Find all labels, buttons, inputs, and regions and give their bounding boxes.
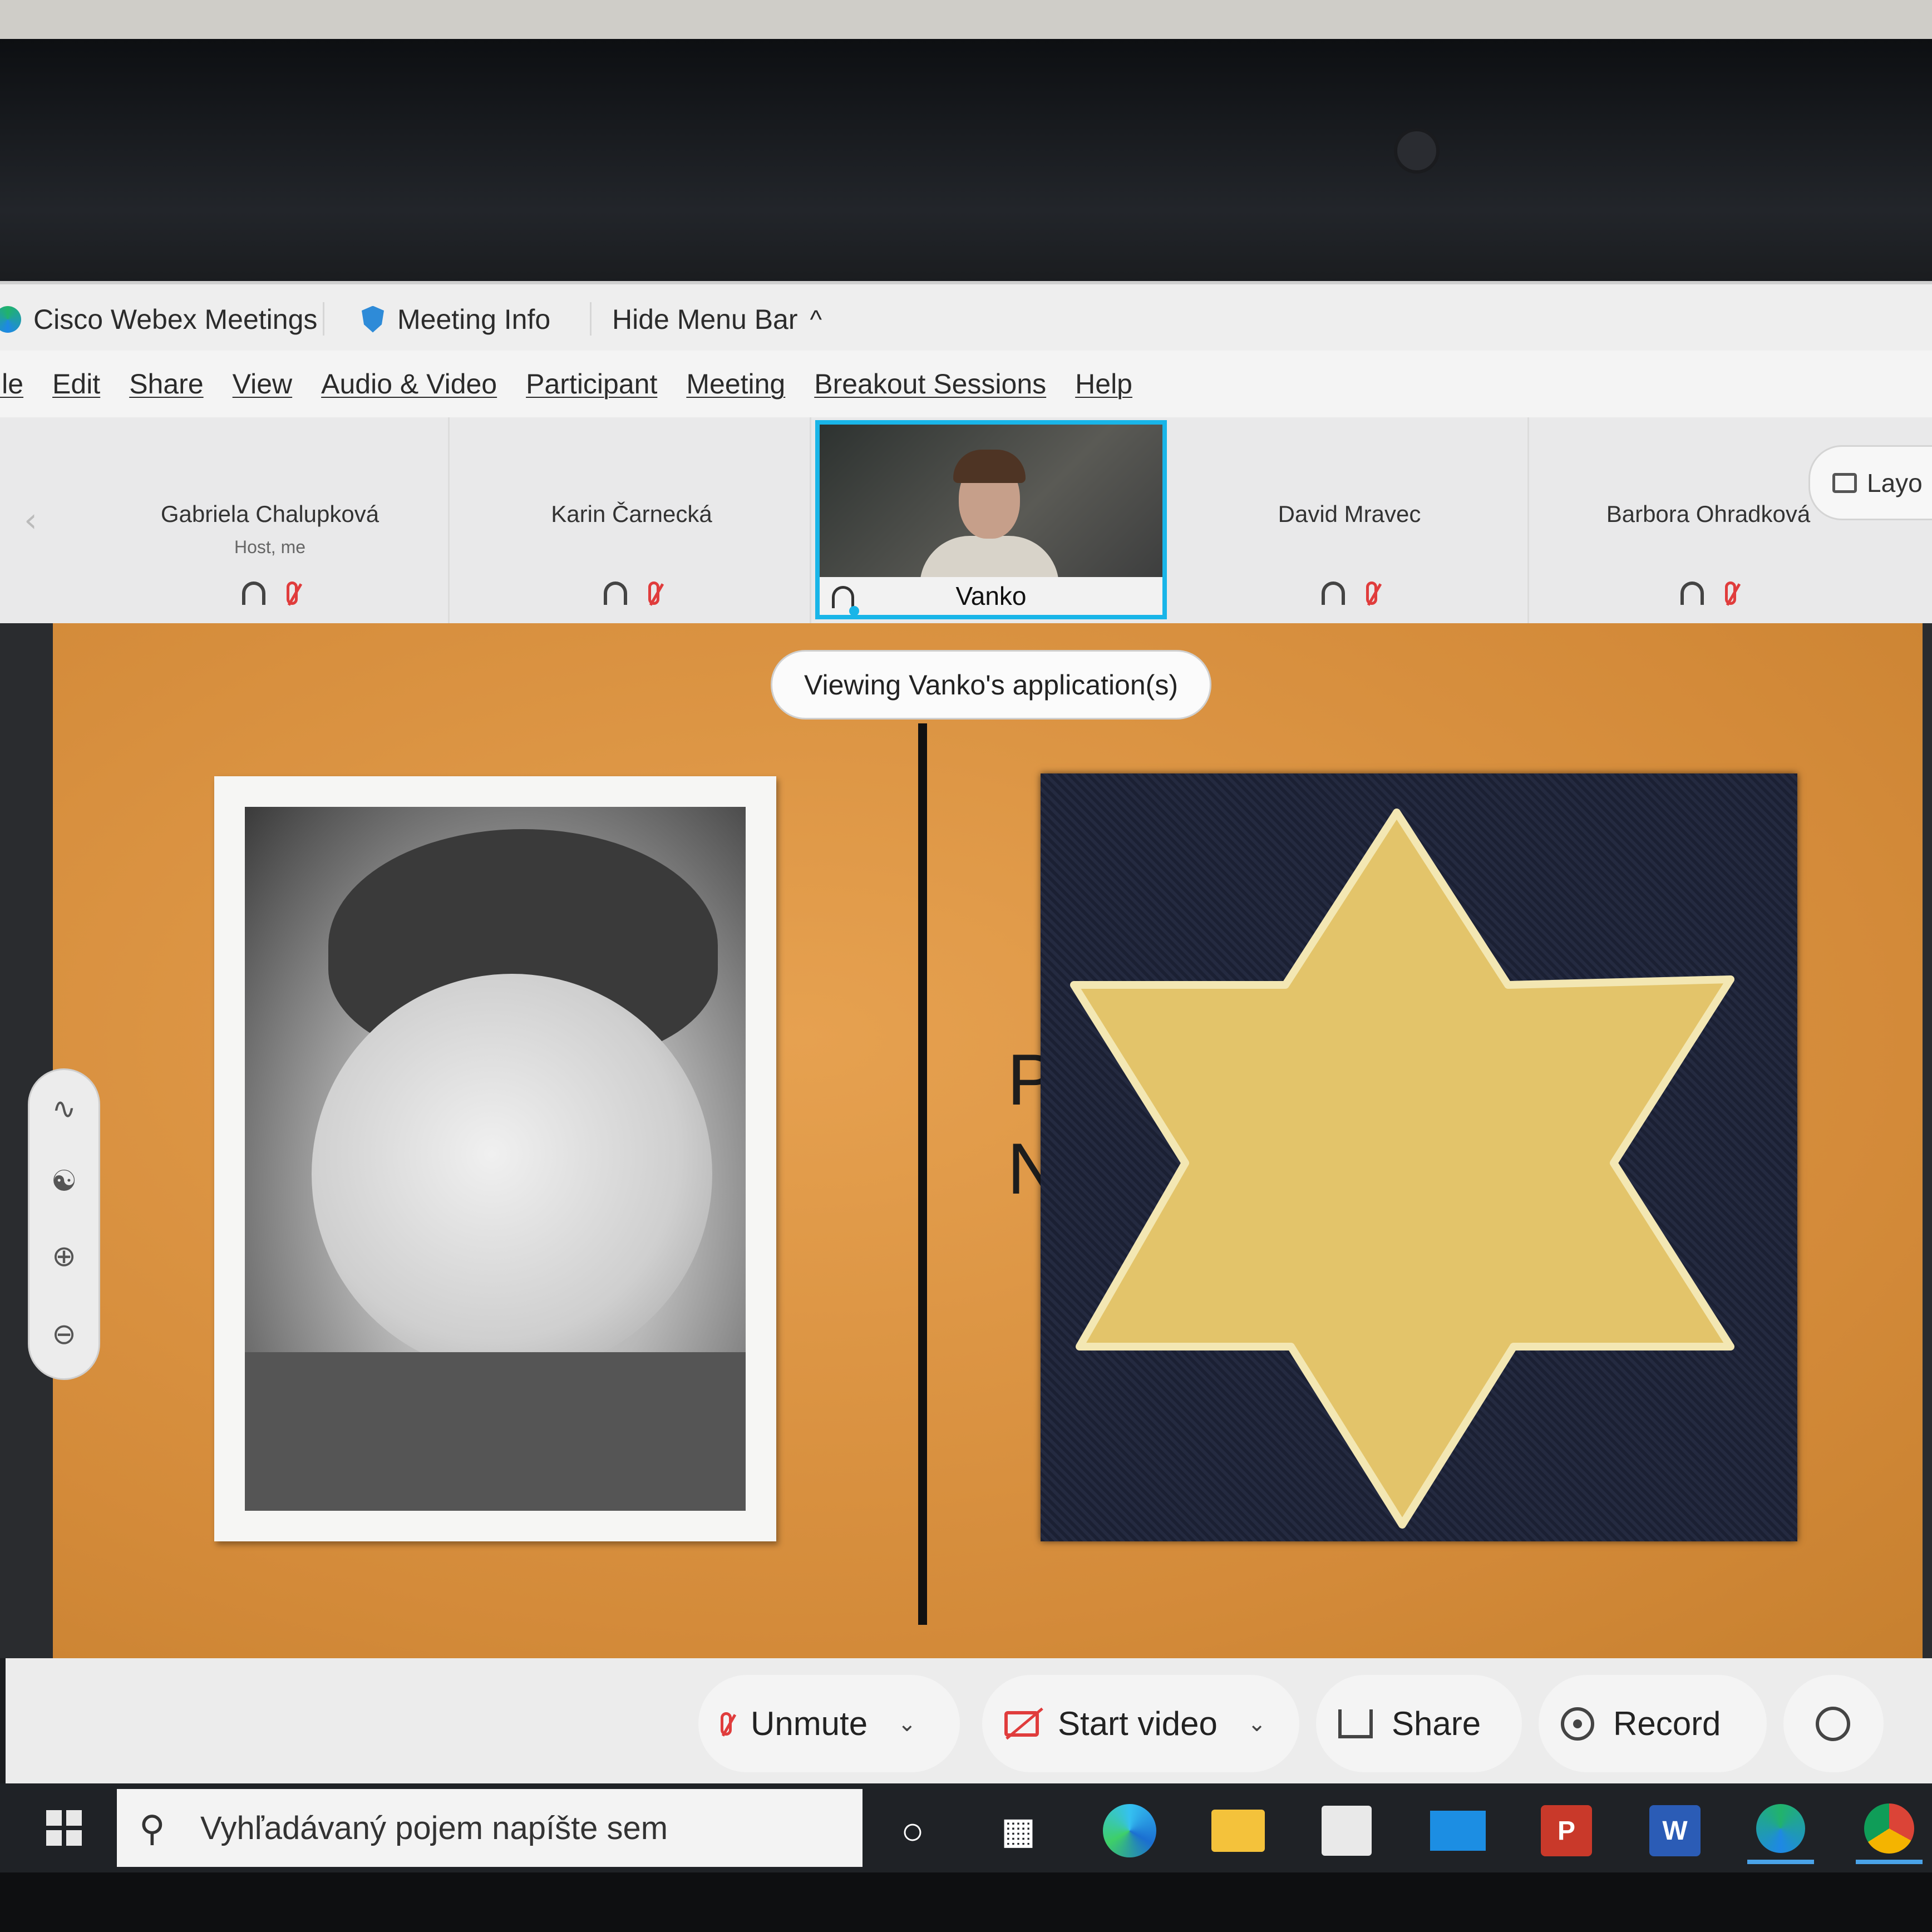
unmute-label: Unmute bbox=[751, 1705, 868, 1742]
app-title: Cisco Webex Meetings bbox=[0, 284, 317, 354]
participant-role: Host, me bbox=[234, 537, 306, 557]
share-label: Share bbox=[1392, 1705, 1481, 1742]
shield-icon bbox=[362, 305, 384, 333]
menu-help[interactable]: Help bbox=[1075, 368, 1132, 400]
menu-meeting[interactable]: Meeting bbox=[686, 368, 785, 400]
monitor-bottom-bezel bbox=[0, 1872, 1932, 1932]
monitor-bezel bbox=[0, 39, 1932, 284]
windows-start-icon[interactable] bbox=[31, 1795, 97, 1861]
viewing-banner: Viewing Vanko's application(s) bbox=[771, 650, 1211, 719]
photo-image bbox=[245, 807, 746, 1511]
start-video-label: Start video bbox=[1058, 1705, 1218, 1742]
cortana-icon[interactable]: ○ bbox=[879, 1797, 946, 1864]
record-button[interactable]: Record bbox=[1539, 1675, 1767, 1772]
mic-muted-icon bbox=[648, 581, 659, 605]
chevron-down-icon[interactable]: ⌄ bbox=[1248, 1711, 1266, 1737]
meeting-info-button[interactable]: Meeting Info bbox=[362, 284, 550, 354]
menu-edit[interactable]: Edit bbox=[52, 368, 100, 400]
webex-logo-icon bbox=[0, 305, 21, 333]
active-speaker-video-tile[interactable]: Vanko bbox=[815, 420, 1167, 619]
slide-divider-line bbox=[918, 723, 927, 1625]
menu-view[interactable]: View bbox=[233, 368, 292, 400]
zoom-out-icon[interactable]: ⊖ bbox=[29, 1318, 98, 1351]
mic-muted-icon bbox=[1366, 581, 1377, 605]
layout-icon bbox=[1832, 472, 1857, 493]
menu-breakout-sessions[interactable]: Breakout Sessions bbox=[814, 368, 1046, 400]
unmute-button[interactable]: Unmute ⌄ bbox=[698, 1675, 960, 1772]
taskbar-search-box[interactable]: Vyhľadávaný pojem napíšte sem bbox=[117, 1789, 862, 1867]
webex-icon[interactable] bbox=[1756, 1804, 1805, 1853]
share-button[interactable]: Share bbox=[1316, 1675, 1522, 1772]
boy-photograph bbox=[214, 776, 776, 1541]
mic-muted-icon bbox=[1725, 581, 1736, 605]
search-placeholder: Vyhľadávaný pojem napíšte sem bbox=[200, 1810, 668, 1846]
search-icon: ⚲ bbox=[139, 1808, 165, 1850]
participant-name: Gabriela Chalupková bbox=[160, 501, 379, 527]
background-wall bbox=[0, 0, 1932, 45]
word-icon[interactable]: W bbox=[1649, 1805, 1701, 1856]
powerpoint-icon[interactable]: P bbox=[1541, 1805, 1592, 1856]
window-title-bar: Cisco Webex Meetings Meeting Info Hide M… bbox=[0, 281, 1932, 354]
mic-muted-icon bbox=[287, 581, 298, 605]
annotation-toolbar: ∿ ☯ ⊕ ⊖ bbox=[28, 1068, 100, 1380]
layout-label: Layo bbox=[1867, 468, 1923, 497]
menu-audio-video[interactable]: Audio & Video bbox=[321, 368, 497, 400]
yellow-star-patch bbox=[1070, 809, 1734, 1529]
participant-tile[interactable]: Gabriela Chalupková Host, me bbox=[92, 417, 450, 623]
menu-file[interactable]: ile bbox=[0, 368, 23, 400]
participant-tile[interactable]: David Mravec bbox=[1171, 417, 1529, 623]
participant-name: Vanko bbox=[955, 581, 1027, 610]
reactions-button[interactable] bbox=[1783, 1675, 1884, 1772]
photo-coat bbox=[245, 1352, 746, 1511]
edge-icon[interactable] bbox=[1103, 1804, 1156, 1857]
share-icon bbox=[1338, 1709, 1373, 1738]
webcam-lens bbox=[1394, 128, 1440, 174]
annotate-icon[interactable]: ∿ bbox=[29, 1092, 98, 1126]
record-icon bbox=[1561, 1707, 1594, 1741]
title-separator-2 bbox=[590, 302, 592, 336]
mail-icon[interactable] bbox=[1430, 1811, 1486, 1851]
chevron-down-icon[interactable]: ⌄ bbox=[898, 1711, 916, 1737]
remote-control-icon[interactable]: ☯ bbox=[29, 1165, 98, 1198]
photo-face bbox=[312, 974, 712, 1374]
viewing-banner-text: Viewing Vanko's application(s) bbox=[804, 669, 1178, 701]
layout-button[interactable]: Layo bbox=[1808, 445, 1932, 520]
meeting-info-label: Meeting Info bbox=[397, 303, 551, 335]
video-person-hair bbox=[953, 450, 1026, 483]
app-name: Cisco Webex Meetings bbox=[33, 303, 318, 335]
participant-name: Karin Čarnecká bbox=[551, 501, 712, 527]
record-label: Record bbox=[1613, 1705, 1721, 1742]
participant-name: David Mravec bbox=[1278, 501, 1421, 527]
menu-participant[interactable]: Participant bbox=[526, 368, 657, 400]
start-video-button[interactable]: Start video ⌄ bbox=[982, 1675, 1299, 1772]
video-off-icon bbox=[1004, 1711, 1039, 1737]
chrome-icon[interactable] bbox=[1864, 1803, 1914, 1854]
headset-icon bbox=[604, 581, 627, 605]
menu-bar: ile Edit Share View Audio & Video Partic… bbox=[0, 351, 1932, 417]
chevron-left-icon[interactable]: ‹ bbox=[11, 490, 50, 551]
emoji-icon bbox=[1816, 1706, 1850, 1741]
video-name-label: Vanko bbox=[820, 577, 1162, 615]
mic-muted-icon bbox=[721, 1712, 732, 1736]
file-explorer-icon[interactable] bbox=[1211, 1810, 1265, 1852]
store-icon[interactable] bbox=[1322, 1806, 1372, 1856]
hide-menu-bar-label: Hide Menu Bar bbox=[612, 303, 798, 335]
task-view-icon[interactable]: ▦ bbox=[985, 1797, 1052, 1864]
headset-icon bbox=[832, 586, 859, 616]
chevron-up-icon: ^ bbox=[810, 304, 822, 334]
participant-tile[interactable]: Karin Čarnecká bbox=[454, 417, 811, 623]
hide-menu-bar-button[interactable]: Hide Menu Bar ^ bbox=[612, 284, 822, 354]
star-shape bbox=[1070, 809, 1734, 1529]
title-separator bbox=[323, 302, 324, 336]
zoom-in-icon[interactable]: ⊕ bbox=[29, 1240, 98, 1273]
headset-icon bbox=[1322, 581, 1345, 605]
menu-share[interactable]: Share bbox=[129, 368, 203, 400]
headset-icon bbox=[1680, 581, 1704, 605]
headset-icon bbox=[242, 581, 265, 605]
